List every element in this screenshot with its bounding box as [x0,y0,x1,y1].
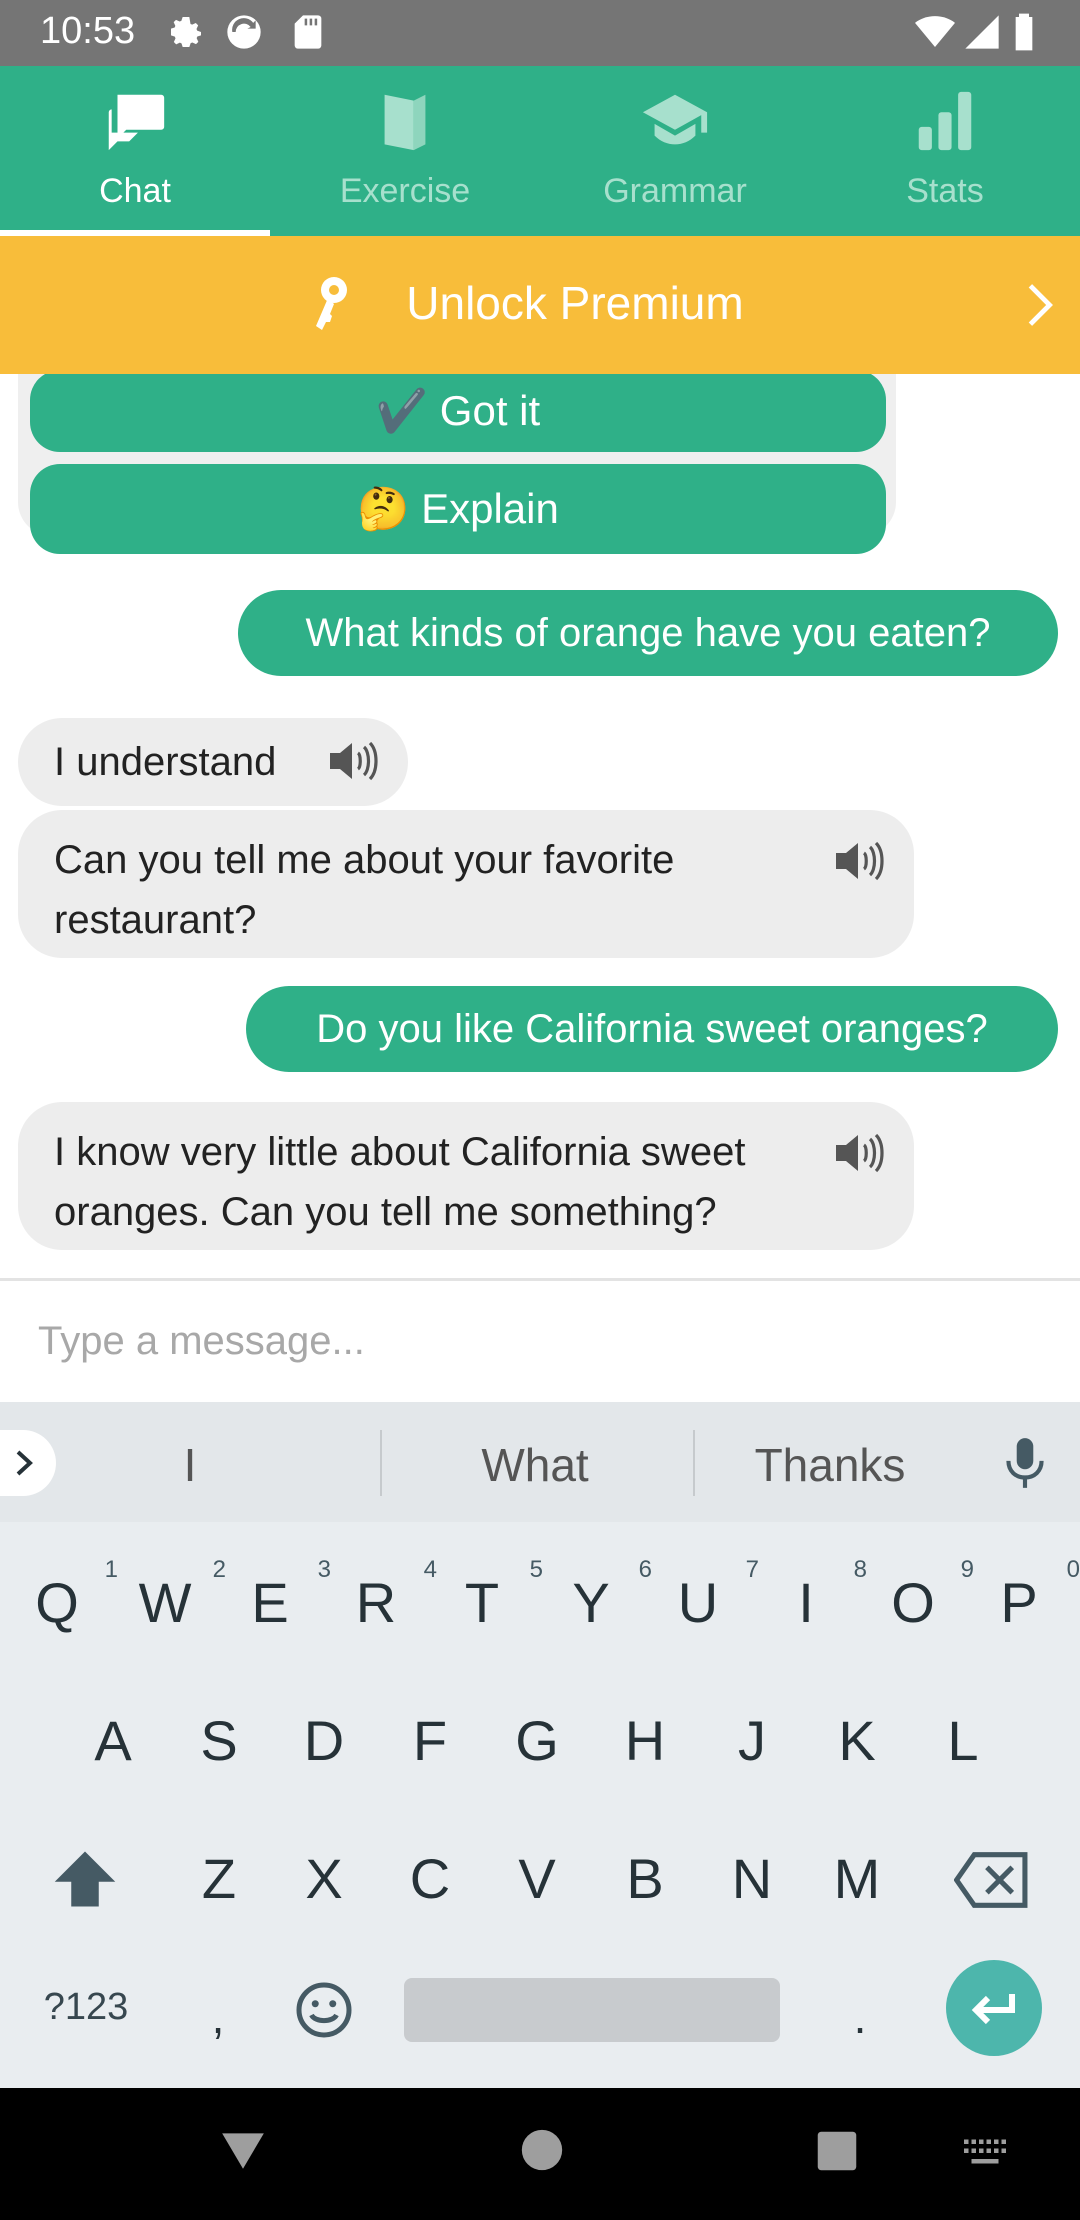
status-time: 10:53 [40,10,136,52]
shift-icon[interactable] [52,1848,118,1910]
key-comma[interactable]: , [198,1990,238,2044]
suggestion-2[interactable]: What [400,1438,670,1492]
key-x[interactable]: X [289,1846,359,1911]
key-p[interactable]: P0 [984,1556,1080,1635]
speaker-icon[interactable] [832,838,884,884]
recents-icon[interactable] [816,2130,858,2172]
tab-label: Exercise [339,172,471,210]
message-received: Can you tell me about your favorite rest… [18,810,914,958]
speaker-icon[interactable] [326,738,378,784]
symbols-key[interactable]: ?123 [36,1986,136,2029]
back-icon[interactable] [218,2128,268,2172]
chevron-right-icon [16,1450,33,1476]
key-v[interactable]: V [502,1846,572,1911]
message-text: Can you tell me about your favorite rest… [54,838,675,942]
tab-exercise[interactable]: Exercise [270,66,540,236]
message-received: I know very little about California swee… [18,1102,914,1250]
message-received: I understand [18,718,408,806]
key-d[interactable]: D [289,1708,359,1773]
explain-button[interactable]: 🤔 Explain [30,464,886,554]
key-n[interactable]: N [717,1846,787,1911]
chat-icon [105,94,165,151]
key-e[interactable]: E3 [235,1556,331,1635]
key-m[interactable]: M [822,1846,892,1911]
divider [693,1430,695,1496]
suggestion-strip: I What Thanks [0,1402,1080,1522]
key-l[interactable]: L [928,1708,998,1773]
tab-label: Stats [906,172,984,210]
got-it-button[interactable]: ✔️ Got it [30,374,886,452]
key-z[interactable]: Z [184,1846,254,1911]
message-input[interactable] [38,1301,1038,1381]
system-nav-bar [0,2088,1080,2220]
key-k[interactable]: K [822,1708,892,1773]
enter-icon [971,1994,1015,2025]
tab-label: Grammar [603,172,747,210]
emoji-icon[interactable] [294,1980,354,2040]
key-u[interactable]: U7 [663,1556,759,1635]
key-b[interactable]: B [610,1846,680,1911]
divider [380,1430,382,1496]
premium-label: Unlock Premium [406,277,744,329]
wifi-icon [915,16,955,47]
key-i[interactable]: I8 [771,1556,867,1635]
tab-bar: Chat Exercise Grammar Stats [0,66,1080,236]
settings-icon [171,17,201,47]
enter-button[interactable] [946,1960,1042,2056]
speaker-icon[interactable] [832,1130,884,1176]
sync-icon [227,15,261,49]
message-input-bar [0,1278,1080,1402]
chat-messages: ✔️ Got it 🤔 Explain What kinds of orange… [0,374,1080,1278]
key-h[interactable]: H [610,1708,680,1773]
keyboard-icon[interactable] [962,2138,1008,2168]
backspace-icon[interactable] [954,1852,1030,1908]
message-text: Do you like California sweet oranges? [316,1007,988,1051]
suggestion-3[interactable]: Thanks [710,1438,950,1492]
microphone-icon[interactable] [1000,1434,1050,1492]
suggestion-1[interactable]: I [140,1438,240,1492]
key-period[interactable]: . [840,1990,880,2044]
key-r[interactable]: R4 [341,1556,437,1635]
key-j[interactable]: J [717,1708,787,1773]
sd-card-icon [294,15,322,49]
chevron-right-icon [1028,284,1053,326]
message-text: What kinds of orange have you eaten? [305,611,991,655]
message-text: I understand [54,740,277,784]
key-c[interactable]: C [395,1846,465,1911]
tab-label: Chat [99,172,171,210]
soft-keyboard: I What Thanks Q1 W2 E3 R4 T5 Y6 U7 I8 O9… [0,1402,1080,2088]
key-f[interactable]: F [395,1708,465,1773]
tab-stats[interactable]: Stats [810,66,1080,236]
book-icon [384,94,426,151]
key-o[interactable]: O9 [878,1556,974,1635]
graduation-cap-icon [642,94,708,145]
unlock-premium-banner[interactable]: Unlock Premium [0,236,1080,374]
space-bar[interactable] [404,1978,780,2042]
quiz-card: ✔️ Got it 🤔 Explain [18,374,896,554]
key-t[interactable]: T5 [447,1556,543,1635]
key-a[interactable]: A [78,1708,148,1773]
key-s[interactable]: S [184,1708,254,1773]
home-icon[interactable] [520,2128,564,2172]
bar-chart-icon [918,91,972,151]
expand-toolbar-button[interactable] [0,1430,56,1496]
status-bar: 10:53 [0,0,1080,66]
tab-grammar[interactable]: Grammar [540,66,810,236]
message-text: I know very little about California swee… [54,1130,746,1234]
signal-icon [965,15,999,49]
message-sent: What kinds of orange have you eaten? [238,590,1058,676]
key-g[interactable]: G [502,1708,572,1773]
key-q[interactable]: Q1 [22,1556,118,1635]
message-sent: Do you like California sweet oranges? [246,986,1058,1072]
battery-icon [1015,13,1033,51]
tab-chat[interactable]: Chat [0,66,270,236]
key-w[interactable]: W2 [130,1556,226,1635]
key-y[interactable]: Y6 [556,1556,652,1635]
